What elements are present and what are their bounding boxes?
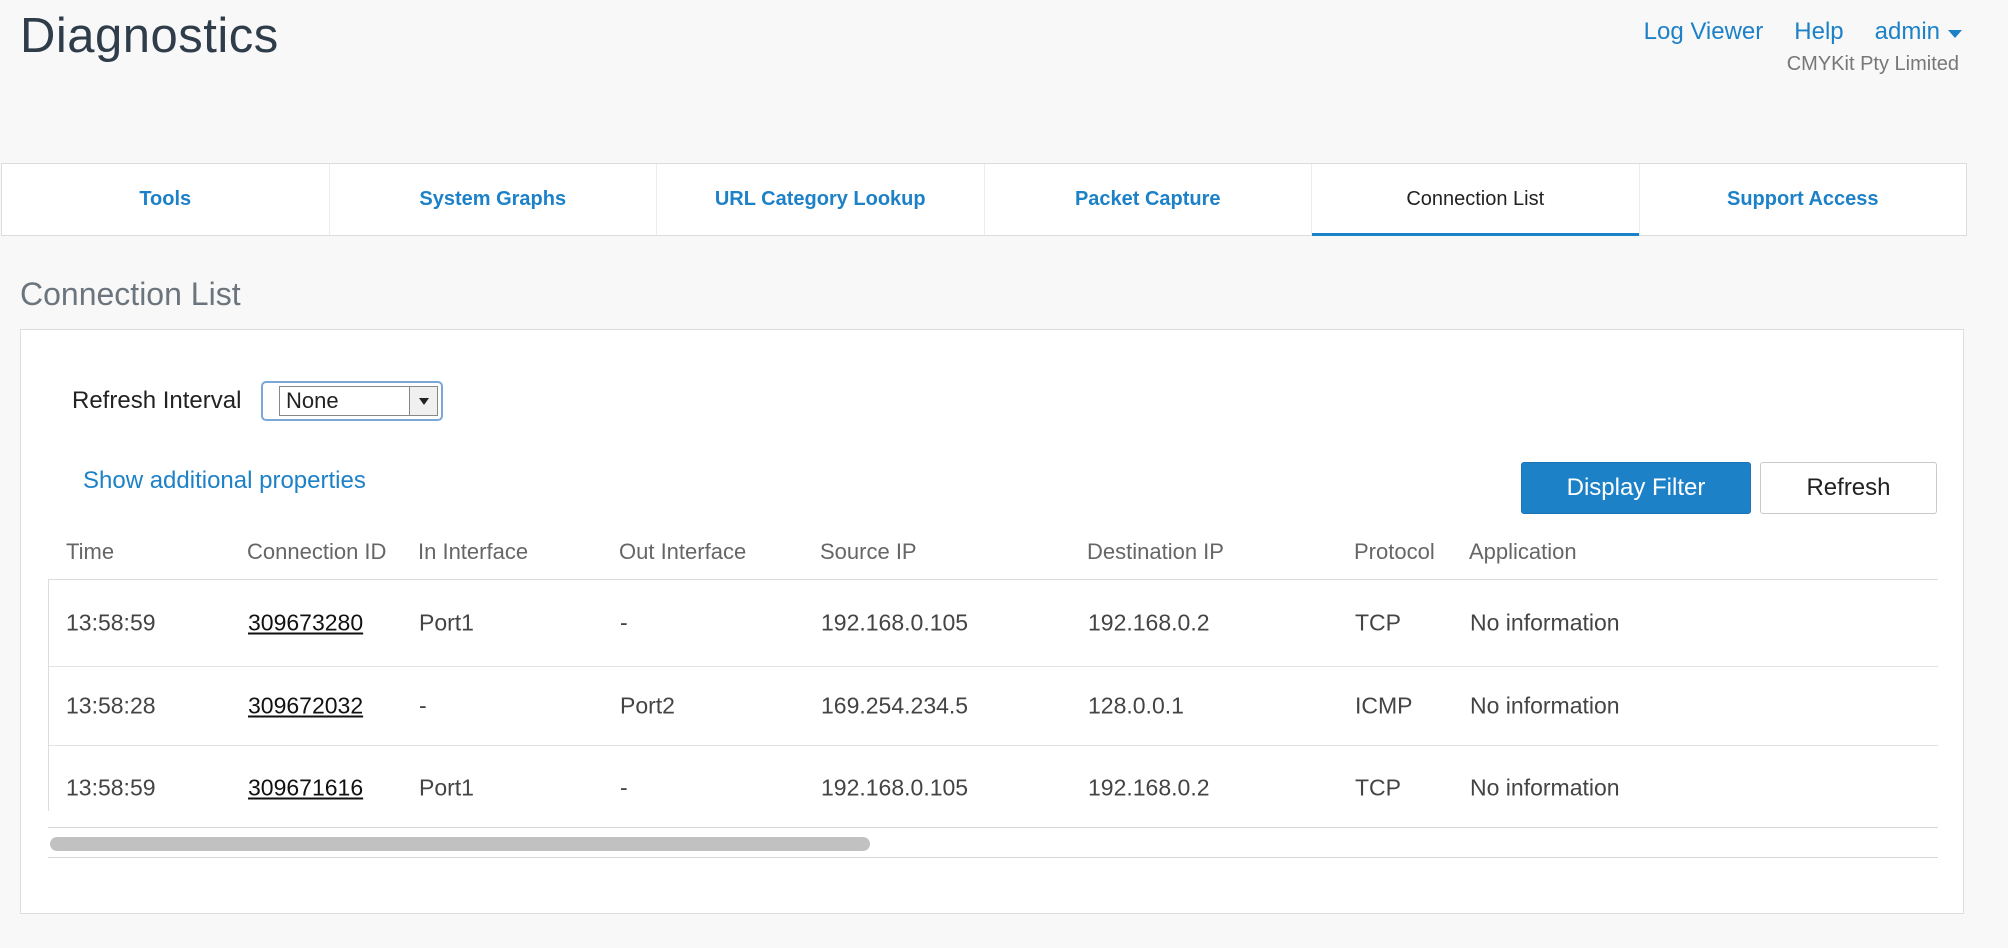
chevron-down-icon (1948, 29, 1962, 38)
top-navigation: Log Viewer Help admin (1644, 18, 1962, 46)
cell-destination-ip: 192.168.0.2 (1088, 609, 1210, 636)
cell-source-ip: 169.254.234.5 (821, 692, 969, 719)
cell-time: 13:58:59 (66, 774, 156, 801)
cell-protocol: ICMP (1355, 692, 1413, 719)
page-title: Diagnostics (20, 9, 279, 63)
cell-protocol: TCP (1355, 609, 1401, 636)
connection-list-panel: Refresh Interval None Show additional pr… (20, 329, 1964, 914)
tab-connection-list[interactable]: Connection List (1312, 164, 1640, 236)
column-header-time[interactable]: Time (66, 539, 114, 565)
horizontal-scrollbar[interactable] (48, 827, 1938, 858)
refresh-button[interactable]: Refresh (1760, 462, 1937, 514)
refresh-interval-label: Refresh Interval (72, 387, 242, 414)
cell-source-ip: 192.168.0.105 (821, 774, 969, 801)
cell-time: 13:58:28 (66, 692, 156, 719)
organization-name: CMYKit Pty Limited (1786, 53, 1959, 75)
column-header-connection-id[interactable]: Connection ID (247, 539, 386, 565)
tab-bar: Tools System Graphs URL Category Lookup … (1, 163, 1967, 236)
column-header-source-ip[interactable]: Source IP (820, 539, 917, 565)
refresh-interval-select[interactable]: None (261, 381, 443, 421)
column-header-in-interface[interactable]: In Interface (418, 539, 528, 565)
refresh-interval-dropdown[interactable]: None (279, 386, 438, 416)
table-header: Time Connection ID In Interface Out Inte… (48, 526, 1938, 579)
table-body: 13:58:59 309673280 Port1 - 192.168.0.105… (48, 579, 1938, 811)
connection-table: Time Connection ID In Interface Out Inte… (48, 526, 1938, 811)
connection-id-link[interactable]: 309671616 (248, 775, 363, 802)
cell-in-interface: Port1 (419, 774, 474, 801)
cell-in-interface: - (419, 692, 427, 719)
column-header-protocol[interactable]: Protocol (1354, 539, 1435, 565)
dropdown-button[interactable] (409, 387, 437, 415)
cell-out-interface: - (620, 609, 628, 636)
help-link[interactable]: Help (1794, 18, 1843, 46)
table-row[interactable]: 13:58:59 309671616 Port1 - 192.168.0.105… (49, 746, 1938, 811)
show-additional-properties-link[interactable]: Show additional properties (83, 467, 366, 495)
cell-destination-ip: 192.168.0.2 (1088, 774, 1210, 801)
tab-tools[interactable]: Tools (2, 164, 330, 235)
cell-in-interface: Port1 (419, 609, 474, 636)
cell-source-ip: 192.168.0.105 (821, 609, 969, 636)
cell-out-interface: Port2 (620, 692, 675, 719)
connection-id-link[interactable]: 309673280 (248, 610, 363, 637)
table-row[interactable]: 13:58:59 309673280 Port1 - 192.168.0.105… (49, 580, 1938, 667)
table-row[interactable]: 13:58:28 309672032 - Port2 169.254.234.5… (49, 667, 1938, 746)
refresh-interval-value: None (286, 388, 339, 413)
display-filter-button[interactable]: Display Filter (1521, 462, 1751, 514)
user-menu[interactable]: admin (1875, 18, 1962, 46)
tab-support-access[interactable]: Support Access (1640, 164, 1967, 235)
tab-packet-capture[interactable]: Packet Capture (985, 164, 1312, 235)
cell-application: No information (1470, 774, 1620, 801)
cell-application: No information (1470, 609, 1620, 636)
cell-application: No information (1470, 692, 1620, 719)
user-name: admin (1874, 18, 1940, 45)
cell-protocol: TCP (1355, 774, 1401, 801)
connection-id-link[interactable]: 309672032 (248, 693, 363, 720)
cell-out-interface: - (620, 774, 628, 801)
column-header-out-interface[interactable]: Out Interface (619, 539, 746, 565)
column-header-application[interactable]: Application (1469, 539, 1577, 565)
column-header-destination-ip[interactable]: Destination IP (1087, 539, 1224, 565)
tab-system-graphs[interactable]: System Graphs (330, 164, 657, 235)
cell-time: 13:58:59 (66, 609, 156, 636)
section-title: Connection List (20, 276, 241, 312)
chevron-down-icon (418, 397, 429, 405)
log-viewer-link[interactable]: Log Viewer (1644, 18, 1764, 46)
scrollbar-thumb[interactable] (50, 837, 870, 851)
cell-destination-ip: 128.0.0.1 (1088, 692, 1184, 719)
tab-url-category-lookup[interactable]: URL Category Lookup (657, 164, 985, 235)
